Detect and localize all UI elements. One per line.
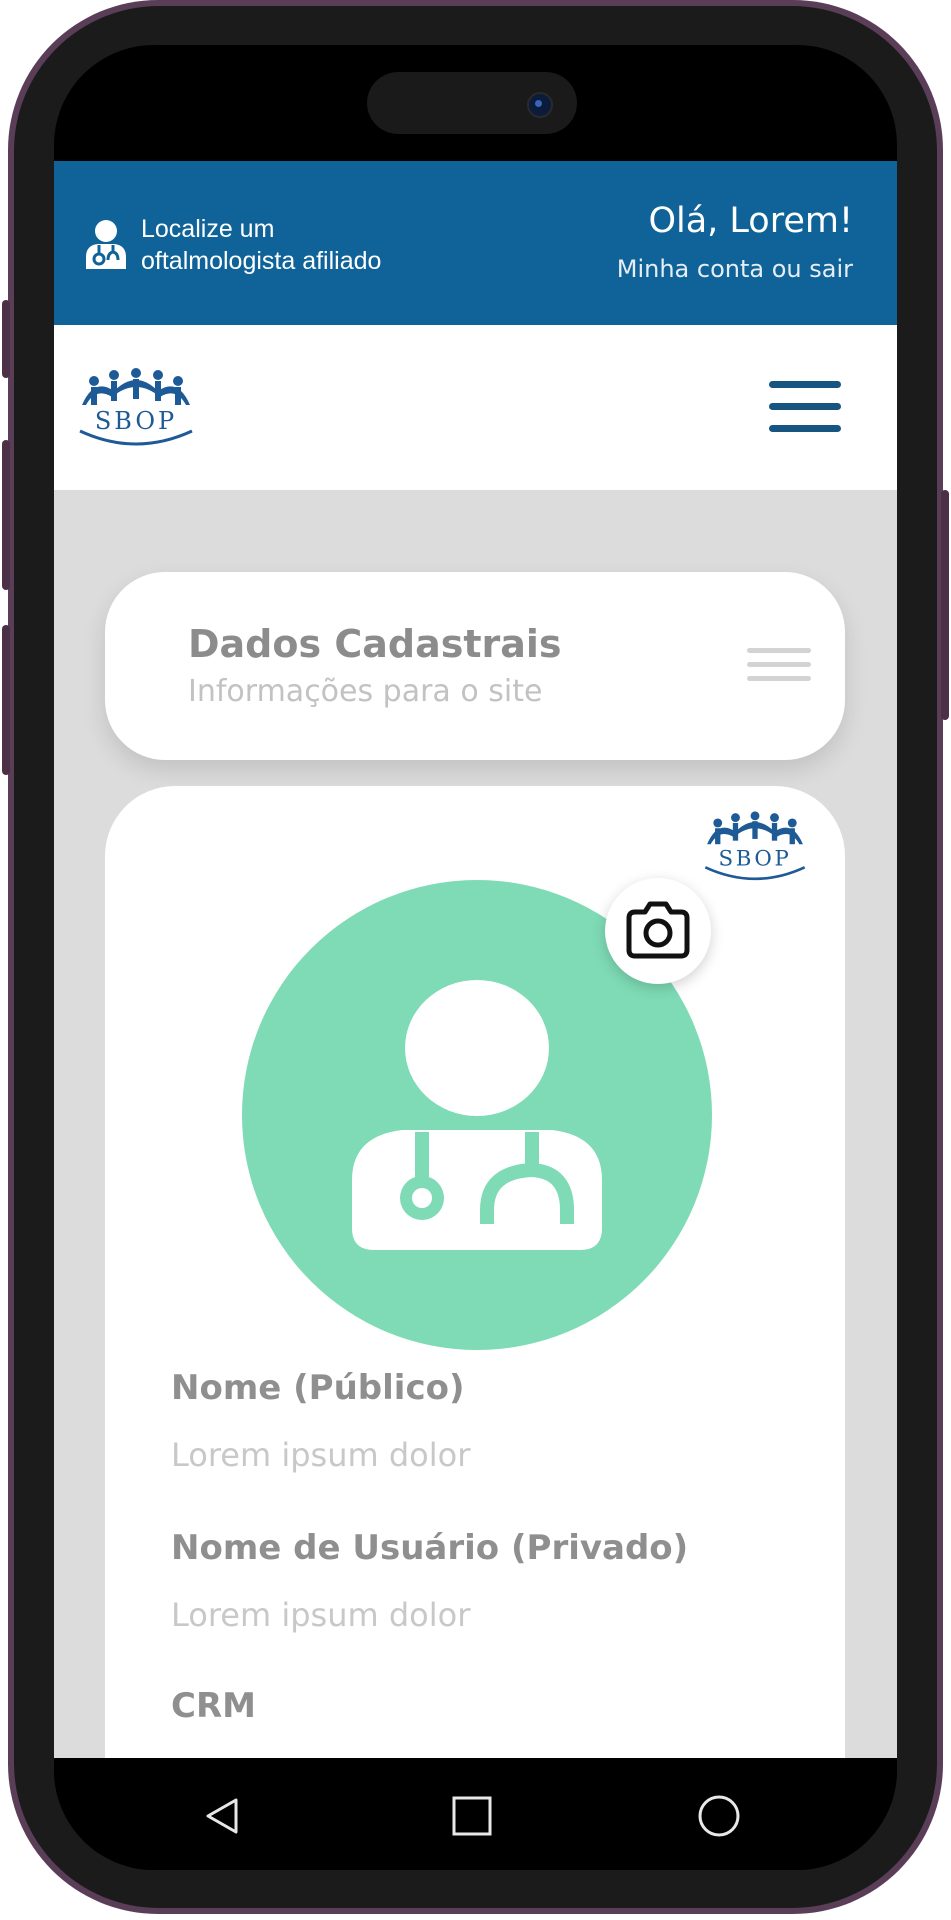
sbop-logo[interactable]: SBOP [74,365,198,453]
section-title: Dados Cadastrais [188,622,562,666]
field-label-crm: CRM [171,1686,256,1726]
section-menu-icon[interactable] [747,648,811,690]
side-button [941,490,949,720]
nav-bar: SBOP [54,325,897,490]
profile-card: SBOP Nome (Público) Lorem ipsum dolor No… [105,786,845,1758]
system-nav-bar [54,1758,897,1870]
greeting: Olá, Lorem! [648,201,853,241]
logo-text: SBOP [95,407,177,435]
camera-icon [626,901,690,959]
triangle-back-icon[interactable] [204,1796,240,1840]
locate-ophthalmologist-link[interactable]: Localize um oftalmologista afiliado [141,213,471,277]
sbop-logo-small: SBOP [700,808,810,888]
hamburger-icon[interactable] [769,381,841,435]
side-button [2,300,10,378]
phone-screen: Localize um oftalmologista afiliado Olá,… [54,45,897,1870]
front-camera [527,92,553,118]
locate-line-2: oftalmologista afiliado [141,247,382,275]
logo-text: SBOP [718,847,791,872]
circle-recent-icon[interactable] [698,1795,740,1841]
side-button [2,440,10,590]
public-name-input[interactable]: Lorem ipsum dolor [171,1436,470,1474]
square-home-icon[interactable] [452,1796,492,1840]
field-label-username: Nome de Usuário (Privado) [171,1528,689,1568]
change-photo-button[interactable] [605,878,711,984]
username-input[interactable]: Lorem ipsum dolor [171,1596,470,1634]
app-content: Localize um oftalmologista afiliado Olá,… [54,161,897,1758]
section-header-card: Dados Cadastrais Informações para o site [105,572,845,760]
top-bar: Localize um oftalmologista afiliado Olá,… [54,161,897,325]
side-button [2,625,10,775]
account-link[interactable]: Minha conta ou sair [617,255,853,283]
locate-line-1: Localize um [141,215,275,243]
field-label-public-name: Nome (Público) [171,1368,465,1408]
doctor-icon[interactable] [84,219,128,275]
dynamic-island [367,72,577,134]
section-subtitle: Informações para o site [188,674,543,709]
